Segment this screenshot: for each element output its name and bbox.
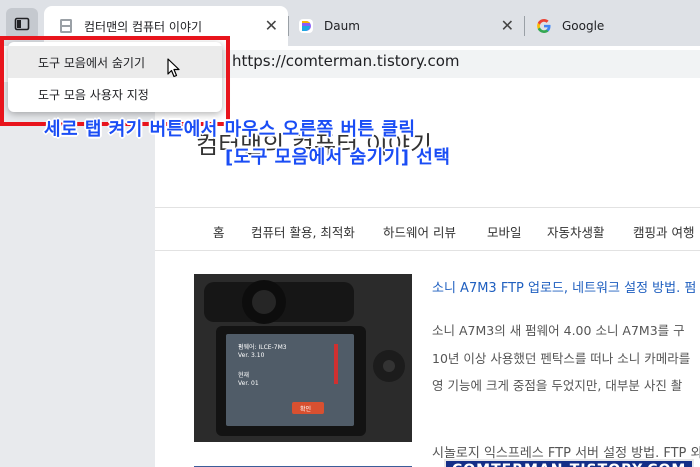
google-logo-icon	[537, 19, 551, 33]
camera-photo	[194, 274, 412, 442]
highlight-box	[0, 36, 230, 126]
caption-line-2: [도구 모음에서 숨기기] 선택	[225, 147, 451, 168]
tab-title: 컴터맨의 컴퓨터 이야기	[84, 19, 203, 34]
thumb-text: Ver. 01	[238, 380, 259, 387]
nav-item-car[interactable]: 자동차생활	[547, 222, 605, 241]
nav-item-hardware[interactable]: 하드웨어 리뷰	[383, 222, 456, 241]
thumb-text: 현재	[238, 372, 250, 379]
thumb-text: 펌웨어: ILCE-7M3	[238, 344, 287, 351]
tab-title: Google	[562, 19, 605, 33]
nav-item-computer[interactable]: 컴퓨터 활용, 최적화	[251, 222, 355, 241]
tab-close-icon[interactable]: ✕	[265, 18, 278, 34]
thumb-text: 확인	[300, 406, 312, 413]
watermark: COMTERMAN.TISTORY.COM	[444, 459, 695, 467]
post-excerpt: 소니 A7M3의 새 펌웨어 4.00 소니 A7M3를 구	[432, 323, 685, 338]
url-text[interactable]: https://comterman.tistory.com	[232, 52, 460, 70]
nav-item-home[interactable]: 홈	[213, 222, 225, 241]
document-icon	[60, 19, 72, 33]
thumb-text: Ver. 3.10	[238, 352, 265, 359]
tab-google[interactable]: Google	[524, 6, 700, 46]
post-thumbnail[interactable]: 펌웨어: ILCE-7M3 Ver. 3.10 현재 Ver. 01 확인	[194, 274, 412, 442]
post-title-link[interactable]: 소니 A7M3 FTP 업로드, 네트워크 설정 방법. 펌	[432, 277, 696, 296]
mouse-cursor-icon	[167, 58, 180, 78]
tab-daum[interactable]: Daum ✕	[288, 6, 524, 46]
tab-title: Daum	[324, 19, 360, 33]
nav-item-camping[interactable]: 캠핑과 여행	[633, 222, 694, 241]
post-excerpt: 영 기능에 크게 중점을 두었지만, 대부분 사진 촬	[432, 378, 683, 393]
post-excerpt: 10년 이상 사용했던 펜탁스를 떠나 소니 카메라를	[432, 351, 691, 366]
nav-item-mobile[interactable]: 모바일	[487, 222, 522, 241]
vertical-tabs-icon	[14, 17, 30, 31]
tab-close-icon[interactable]: ✕	[501, 18, 514, 34]
caption-line-1: 세로 탭 켜기 버튼에서 마우스 오른쪽 버튼 클릭	[44, 119, 416, 140]
blog-nav: 홈 컴퓨터 활용, 최적화 하드웨어 리뷰 모바일 자동차생활 캠핑과 여행	[155, 207, 700, 251]
daum-logo-icon	[299, 19, 313, 33]
